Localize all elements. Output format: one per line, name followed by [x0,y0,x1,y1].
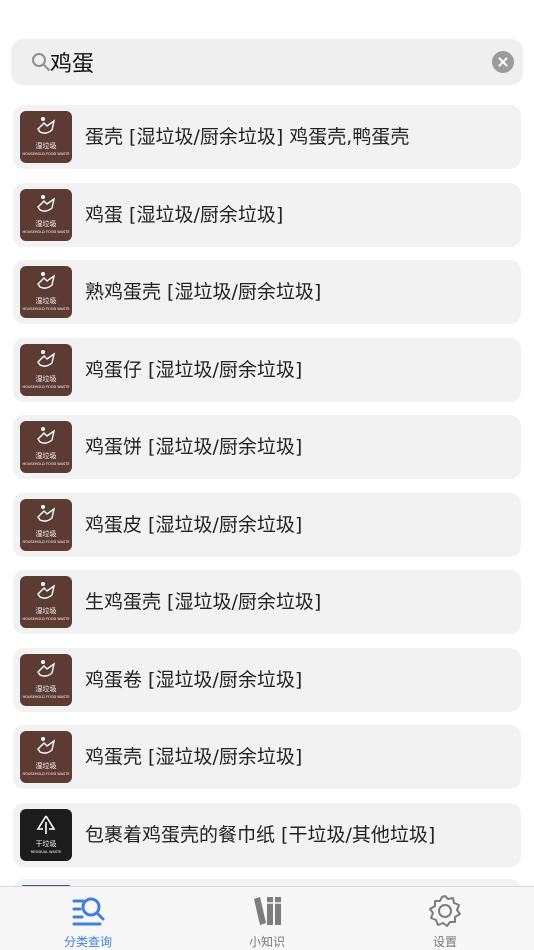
badge-label: 湿垃圾 [35,142,57,150]
badge-label: 湿垃圾 [35,297,57,305]
wet-waste-badge: 湿垃圾 HOUSEHOLD FOOD WASTE [20,653,72,706]
result-text: 鸡蛋皮 [湿垃圾/厨余垃圾] [85,513,303,536]
food-waste-icon [37,504,56,522]
wet-waste-badge: 湿垃圾 HOUSEHOLD FOOD WASTE [20,498,72,551]
result-text: 鸡蛋仔 [湿垃圾/厨余垃圾] [85,358,303,381]
search-icon [32,53,50,71]
result-text: 生鸡蛋壳 [湿垃圾/厨余垃圾] [85,591,322,613]
tab-label: 设置 [432,935,457,949]
wet-waste-badge: 湿垃圾 HOUSEHOLD FOOD WASTE [20,188,72,241]
list-item[interactable]: 干垃圾 RESIDUAL WASTE 包裹着鸡蛋壳的餐巾纸 [干垃圾/其他垃圾] [13,802,521,867]
badge-label: 湿垃圾 [35,529,57,538]
result-text: 鸡蛋壳 [湿垃圾/厨余垃圾] [85,746,303,768]
badge-label: 湿垃圾 [35,684,57,693]
tab-knowledge[interactable]: 小知识 [207,887,327,950]
results-list: 湿垃圾 HOUSEHOLD FOOD WASTE 蛋壳 [湿垃圾/厨余垃圾] 鸡… [13,105,521,880]
food-waste-icon [37,117,56,134]
badge-sublabel: HOUSEHOLD FOOD WASTE [22,307,70,311]
badge-sublabel: HOUSEHOLD FOOD WASTE [22,152,70,156]
badge-label: 湿垃圾 [35,452,57,460]
food-waste-icon [37,659,56,677]
list-item[interactable]: 湿垃圾 HOUSEHOLD FOOD WASTE 鸡蛋壳 [湿垃圾/厨余垃圾] [13,725,521,789]
badge-label: 干垃圾 [35,839,57,848]
badge-label: 湿垃圾 [35,219,57,228]
wet-waste-badge: 湿垃圾 HOUSEHOLD FOOD WASTE [20,576,72,628]
search-list-icon [72,897,105,926]
result-text: 熟鸡蛋壳 [湿垃圾/厨余垃圾] [85,281,322,303]
badge-sublabel: HOUSEHOLD FOOD WASTE [22,617,70,621]
wet-waste-badge: 湿垃圾 HOUSEHOLD FOOD WASTE [20,266,72,318]
badge-sublabel: HOUSEHOLD FOOD WASTE [22,539,70,544]
recycle-arrow-icon [36,815,56,834]
list-item[interactable]: 湿垃圾 HOUSEHOLD FOOD WASTE 蛋壳 [湿垃圾/厨余垃圾] 鸡… [13,105,521,169]
wet-waste-badge: 湿垃圾 HOUSEHOLD FOOD WASTE [20,111,72,163]
list-item[interactable]: 湿垃圾 HOUSEHOLD FOOD WASTE 鸡蛋仔 [湿垃圾/厨余垃圾] [13,337,521,402]
books-icon [254,897,281,925]
wet-waste-badge: 湿垃圾 HOUSEHOLD FOOD WASTE [20,343,72,396]
list-item[interactable]: 湿垃圾 HOUSEHOLD FOOD WASTE 鸡蛋饼 [湿垃圾/厨余垃圾] [13,415,521,479]
badge-label: 湿垃圾 [35,374,57,383]
clear-icon[interactable] [492,51,514,73]
list-item[interactable]: 湿垃圾 HOUSEHOLD FOOD WASTE 鸡蛋皮 [湿垃圾/厨余垃圾] [13,492,521,557]
food-waste-icon [37,427,56,444]
dry-waste-badge: 干垃圾 RESIDUAL WASTE [20,808,72,861]
badge-sublabel: HOUSEHOLD FOOD WASTE [22,229,70,234]
list-item[interactable]: 湿垃圾 HOUSEHOLD FOOD WASTE 鸡蛋卷 [湿垃圾/厨余垃圾] [13,647,521,712]
badge-label: 湿垃圾 [35,762,57,770]
tab-search[interactable]: 分类查询 [28,887,148,950]
list-item[interactable]: 湿垃圾 HOUSEHOLD FOOD WASTE 熟鸡蛋壳 [湿垃圾/厨余垃圾] [13,260,521,324]
food-waste-icon [37,272,56,289]
badge-sublabel: HOUSEHOLD FOOD WASTE [22,694,70,699]
result-text: 包裹着鸡蛋壳的餐巾纸 [干垃圾/其他垃圾] [85,823,436,846]
tab-label: 分类查询 [63,935,112,949]
badge-sublabel: HOUSEHOLD FOOD WASTE [22,462,70,466]
tab-bar: 分类查询 小知识 设置 [0,886,534,950]
food-waste-icon [37,582,56,599]
badge-sublabel: HOUSEHOLD FOOD WASTE [22,772,70,776]
wet-waste-badge: 湿垃圾 HOUSEHOLD FOOD WASTE [20,731,72,783]
result-text: 鸡蛋卷 [湿垃圾/厨余垃圾] [85,668,303,691]
badge-sublabel: HOUSEHOLD FOOD WASTE [22,384,70,389]
food-waste-icon [37,349,56,367]
result-text: 鸡蛋 [湿垃圾/厨余垃圾] [85,203,284,226]
result-text: 鸡蛋饼 [湿垃圾/厨余垃圾] [85,436,303,458]
food-waste-icon [37,737,56,754]
badge-label: 湿垃圾 [35,607,57,615]
badge-sublabel: RESIDUAL WASTE [30,849,62,854]
search-input[interactable] [50,39,490,85]
tab-label: 小知识 [248,935,285,949]
list-item[interactable]: 湿垃圾 HOUSEHOLD FOOD WASTE 生鸡蛋壳 [湿垃圾/厨余垃圾] [13,570,521,634]
list-item[interactable]: 湿垃圾 HOUSEHOLD FOOD WASTE 鸡蛋 [湿垃圾/厨余垃圾] [13,182,521,247]
gear-icon [429,895,461,927]
search-bar [11,39,523,85]
food-waste-icon [37,194,56,212]
result-text: 蛋壳 [湿垃圾/厨余垃圾] 鸡蛋壳,鸭蛋壳 [85,126,410,148]
tab-settings[interactable]: 设置 [385,887,505,950]
wet-waste-badge: 湿垃圾 HOUSEHOLD FOOD WASTE [20,421,72,473]
